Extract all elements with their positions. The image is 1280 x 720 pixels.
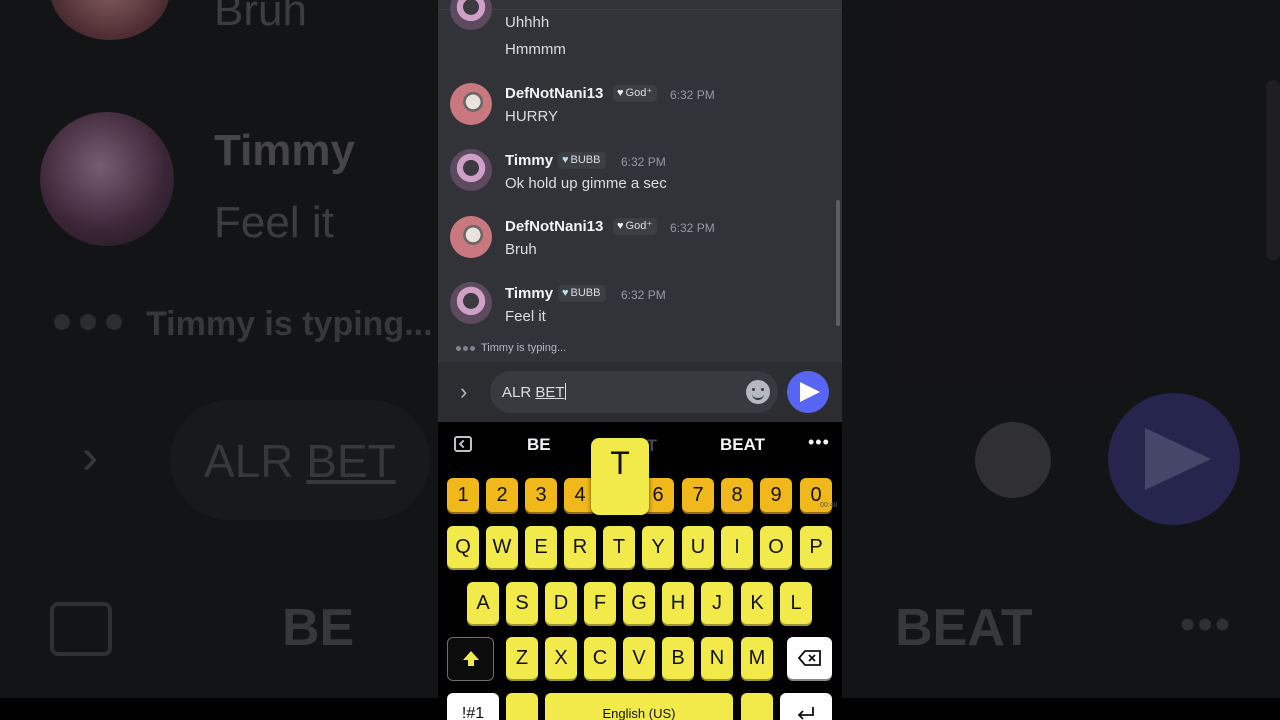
key-j[interactable]: J: [701, 582, 733, 624]
avatar[interactable]: [450, 216, 492, 258]
expand-chevron-icon[interactable]: ›: [460, 379, 467, 405]
role-badge: ♥ BUBB: [558, 152, 606, 169]
key-r[interactable]: R: [564, 526, 596, 568]
key-x[interactable]: X: [545, 637, 577, 679]
period-key[interactable]: [741, 693, 773, 720]
key-7[interactable]: 7: [682, 478, 714, 512]
key-d[interactable]: D: [545, 582, 577, 624]
avatar[interactable]: [450, 282, 492, 324]
key-v[interactable]: V: [623, 637, 655, 679]
key-g[interactable]: G: [623, 582, 655, 624]
key-k[interactable]: K: [741, 582, 773, 624]
heart-icon: ♥: [562, 154, 569, 166]
send-arrow-icon: [800, 382, 820, 402]
role-badge: ♥ God⁺: [613, 218, 658, 235]
shift-arrow-icon: [462, 651, 479, 666]
input-text-plain: ALR: [502, 384, 536, 401]
key-e[interactable]: E: [525, 526, 557, 568]
key-8[interactable]: 8: [721, 478, 753, 512]
message-input-text[interactable]: ALR BET: [502, 383, 566, 401]
heart-icon: ♥: [617, 87, 624, 99]
symbols-key[interactable]: !#1: [447, 693, 499, 720]
chat-panel[interactable]: Uhhhh Hmmmm DefNotNani13 ♥ God⁺ 6:32 PM H…: [438, 0, 842, 362]
key-p[interactable]: P: [800, 526, 832, 568]
timestamp: 6:32 PM: [670, 88, 715, 102]
timestamp: 6:32 PM: [670, 221, 715, 235]
key-a[interactable]: A: [467, 582, 499, 624]
role-badge: ♥ God⁺: [613, 85, 658, 102]
typing-text: Timmy is typing...: [481, 342, 567, 354]
key-l[interactable]: L: [780, 582, 812, 624]
enter-icon: [797, 707, 814, 720]
key-q[interactable]: Q: [447, 526, 479, 568]
message-text: Bruh: [505, 241, 537, 258]
key-y[interactable]: Y: [642, 526, 674, 568]
key-m[interactable]: M: [741, 637, 773, 679]
corner-label: 00:48: [820, 502, 838, 509]
key-t[interactable]: T: [603, 526, 635, 568]
username[interactable]: DefNotNani13: [505, 218, 603, 235]
key-preview-popup: T: [591, 438, 649, 515]
badge-label: BUBB: [570, 154, 601, 166]
text-caret: [564, 383, 566, 400]
key-b[interactable]: B: [662, 637, 694, 679]
backspace-icon: [797, 650, 821, 666]
message-text: Uhhhh: [505, 14, 550, 31]
timestamp: 6:32 PM: [621, 288, 666, 302]
key-w[interactable]: W: [486, 526, 518, 568]
more-icon[interactable]: •••: [808, 432, 830, 453]
message-composer: › ALR BET: [438, 362, 842, 422]
badge-label: BUBB: [570, 287, 601, 299]
message-text: Ok hold up gimme a sec: [505, 175, 667, 192]
key-o[interactable]: O: [760, 526, 792, 568]
avatar[interactable]: [450, 149, 492, 191]
key-f[interactable]: F: [584, 582, 616, 624]
typing-indicator: Timmy is typing...: [456, 342, 566, 354]
message-text: HURRY: [505, 108, 559, 125]
phone-screen: Uhhhh Hmmmm DefNotNani13 ♥ God⁺ 6:32 PM H…: [438, 0, 842, 720]
timestamp: 6:32 PM: [621, 155, 666, 169]
heart-icon: ♥: [562, 287, 569, 299]
badge-label: God⁺: [625, 87, 653, 99]
key-s[interactable]: S: [506, 582, 538, 624]
chat-scrollbar[interactable]: [836, 200, 840, 326]
key-n[interactable]: N: [701, 637, 733, 679]
username[interactable]: Timmy: [505, 285, 553, 302]
key-i[interactable]: I: [721, 526, 753, 568]
shift-key[interactable]: [447, 637, 494, 681]
message-text: Hmmmm: [505, 41, 566, 58]
space-key[interactable]: English (US): [545, 693, 733, 720]
badge-label: God⁺: [625, 220, 653, 232]
key-z[interactable]: Z: [506, 637, 538, 679]
key-1[interactable]: 1: [447, 478, 479, 512]
suggestion-1[interactable]: BE: [527, 435, 551, 455]
key-3[interactable]: 3: [525, 478, 557, 512]
emoji-icon[interactable]: [746, 380, 770, 404]
divider: [438, 9, 842, 10]
suggestion-3[interactable]: BEAT: [720, 435, 765, 455]
key-u[interactable]: U: [682, 526, 714, 568]
message-text: Feel it: [505, 308, 546, 325]
backspace-key[interactable]: [787, 637, 832, 679]
role-badge: ♥ BUBB: [558, 285, 606, 302]
key-9[interactable]: 9: [760, 478, 792, 512]
message-input[interactable]: ALR BET: [490, 371, 778, 413]
heart-icon: ♥: [617, 220, 624, 232]
comma-key[interactable]: [506, 693, 538, 720]
avatar[interactable]: [450, 0, 492, 30]
keyboard-back-icon[interactable]: [454, 436, 472, 452]
enter-key[interactable]: [780, 693, 832, 720]
key-h[interactable]: H: [662, 582, 694, 624]
avatar[interactable]: [450, 83, 492, 125]
username[interactable]: Timmy: [505, 152, 553, 169]
input-text-composing: BET: [535, 384, 565, 401]
send-button[interactable]: [787, 371, 829, 413]
key-2[interactable]: 2: [486, 478, 518, 512]
keyboard: BE BET BEAT ••• 1 2 3 4 5 6 7 8 9 0 00:4…: [438, 422, 842, 720]
typing-dots-icon: [456, 342, 477, 354]
username[interactable]: DefNotNani13: [505, 85, 603, 102]
key-c[interactable]: C: [584, 637, 616, 679]
